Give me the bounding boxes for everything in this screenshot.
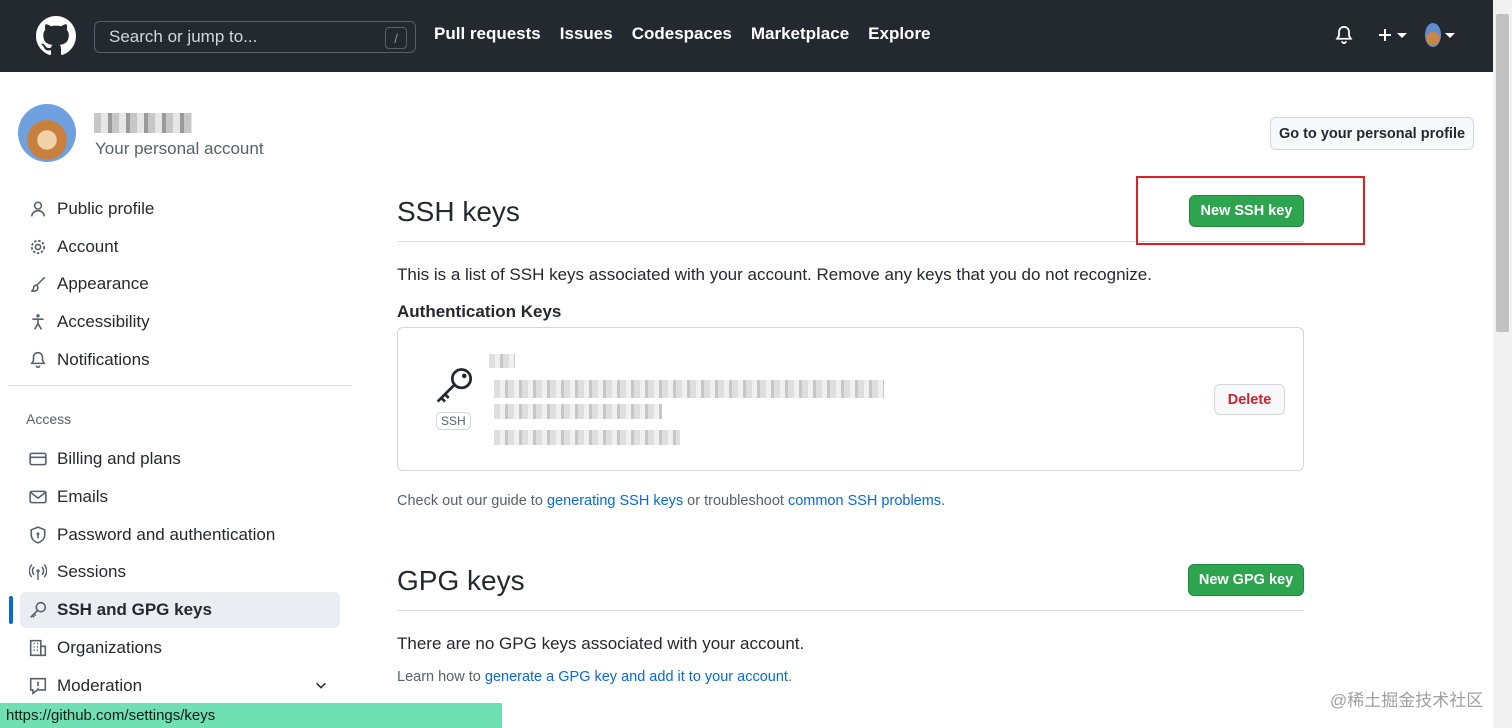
guide-middle: or troubleshoot [683,493,788,509]
ssh-keys-title: SSH keys [397,196,520,227]
redacted-key-fingerprint [494,380,884,398]
shield-lock-icon [28,525,48,545]
sidebar-heading-access: Access [26,411,72,427]
active-indicator [9,596,13,624]
account-subtitle: Your personal account [95,139,264,158]
nav-issues[interactable]: Issues [560,24,613,44]
sidebar-item-label: Password and authentication [57,525,276,544]
sidebar-item-label: Notifications [57,350,150,369]
sidebar-item-emails[interactable]: Emails [20,479,340,515]
ssh-description: This is a list of SSH keys associated wi… [397,265,1152,284]
ssh-key-type-badge: SSH [436,412,471,430]
key-icon [28,600,48,620]
gear-icon [28,237,48,257]
chevron-down-icon[interactable] [314,678,328,692]
common-ssh-problems-link[interactable]: common SSH problems [788,493,941,509]
learn-prefix: Learn how to [397,669,485,685]
bell-icon [28,350,48,370]
watermark: @稀土掘金技术社区 [1330,691,1484,710]
sidebar-item-label: SSH and GPG keys [57,600,212,619]
sidebar-item-label: Billing and plans [57,449,181,468]
account-name-redacted [94,113,192,133]
organization-icon [28,638,48,658]
redacted-key-title [489,354,515,368]
mail-icon [28,487,48,507]
top-header: Search or jump to... / Pull requests Iss… [0,0,1493,72]
nav-explore[interactable]: Explore [868,24,930,44]
generate-gpg-key-link[interactable]: generate a GPG key and add it to your ac… [485,669,788,685]
sidebar-item-label: Moderation [57,676,143,695]
sidebar-item-billing[interactable]: Billing and plans [20,441,340,477]
gpg-title-divider [397,610,1304,611]
github-logo-icon[interactable] [36,16,76,56]
ssh-guide-text: Check out our guide to generating SSH ke… [397,493,945,509]
report-icon [28,676,48,696]
sidebar-item-accessibility[interactable]: Accessibility [20,304,340,340]
bell-icon[interactable] [1329,20,1359,50]
sidebar-item-public-profile[interactable]: Public profile [20,191,340,227]
sidebar-item-label: Emails [57,487,109,506]
redacted-key-added-date [494,404,662,419]
sidebar-item-label: Appearance [57,274,149,293]
gpg-description: There are no GPG keys associated with yo… [397,634,805,653]
go-to-profile-button[interactable]: Go to your personal profile [1270,117,1474,150]
search-shortcut-key: / [385,27,407,49]
guide-suffix: . [941,493,946,509]
plus-menu-button[interactable] [1377,20,1407,50]
sidebar-item-label: Account [57,237,119,256]
accessibility-icon [28,312,48,332]
gpg-learn-text: Learn how to generate a GPG key and add … [397,669,792,685]
search-input[interactable]: Search or jump to... / [94,21,416,53]
paintbrush-icon [28,274,48,294]
chevron-down-icon [1445,32,1455,38]
delete-ssh-key-button[interactable]: Delete [1214,384,1285,415]
gpg-keys-title: GPG keys [397,565,525,596]
sidebar-item-notifications[interactable]: Notifications [20,342,340,378]
redacted-key-last-used [494,430,680,445]
header-actions [1329,20,1455,50]
sidebar-divider [9,385,352,386]
chevron-down-icon [1397,32,1407,38]
top-nav: Pull requests Issues Codespaces Marketpl… [434,24,931,44]
credit-card-icon [28,449,48,469]
sidebar-item-ssh-gpg-keys[interactable]: SSH and GPG keys [20,592,340,628]
search-placeholder: Search or jump to... [109,27,258,46]
sidebar-item-appearance[interactable]: Appearance [20,266,340,302]
key-icon [436,368,473,403]
avatar [1425,23,1441,47]
user-menu-button[interactable] [1425,20,1455,50]
sidebar-item-sessions[interactable]: Sessions [20,554,340,590]
broadcast-icon [28,562,48,582]
sidebar-item-label: Accessibility [57,312,150,331]
page-scrollbar[interactable] [1493,0,1512,728]
annotation-highlight-box [1136,176,1365,245]
nav-codespaces[interactable]: Codespaces [632,24,732,44]
guide-prefix: Check out our guide to [397,493,547,509]
authentication-keys-title: Authentication Keys [397,302,562,321]
sidebar-item-label: Public profile [57,199,155,218]
sidebar-item-account[interactable]: Account [20,229,340,265]
status-bar-url: https://github.com/settings/keys [0,703,502,728]
generating-ssh-keys-link[interactable]: generating SSH keys [547,493,683,509]
plus-icon [1379,29,1391,41]
ssh-key-item: SSH Delete [397,327,1304,471]
nav-marketplace[interactable]: Marketplace [751,24,849,44]
nav-pull-requests[interactable]: Pull requests [434,24,541,44]
learn-suffix: . [787,669,792,685]
sidebar-item-moderation[interactable]: Moderation [20,668,340,704]
sidebar-item-password[interactable]: Password and authentication [20,517,340,553]
sidebar-item-label: Sessions [57,562,126,581]
sidebar-item-organizations[interactable]: Organizations [20,630,340,666]
scrollbar-thumb[interactable] [1496,14,1509,332]
new-gpg-key-button[interactable]: New GPG key [1188,564,1304,596]
account-avatar [18,104,76,162]
sidebar-item-label: Organizations [57,638,162,657]
person-icon [28,199,48,219]
